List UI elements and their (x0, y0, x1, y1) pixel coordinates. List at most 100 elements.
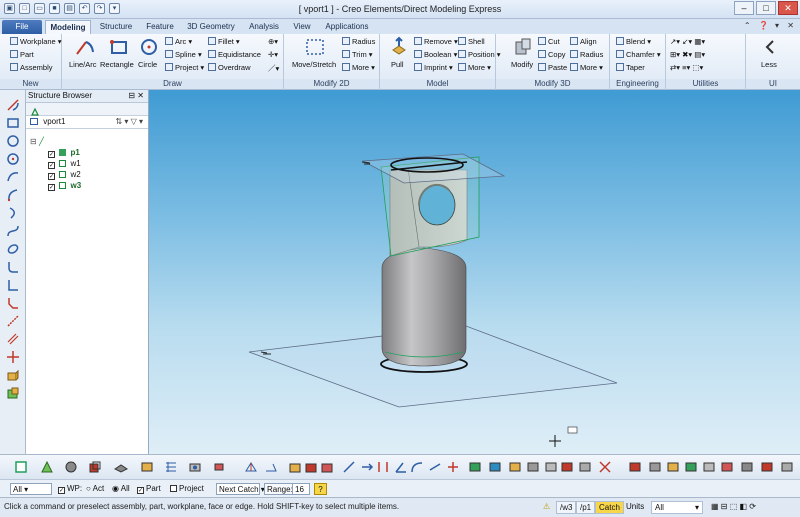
viewport-selector[interactable]: vport1 ⇅ ▾ ▽ ▾ (26, 116, 148, 129)
trim-button[interactable]: Trim ▾ (342, 50, 373, 59)
less-button[interactable]: Less (761, 60, 777, 69)
construction-point-icon[interactable]: ✛▾ (268, 50, 278, 59)
tab-modeling[interactable]: Modeling (45, 20, 91, 34)
circle-button[interactable]: Circle (138, 60, 157, 69)
project-filter-checkbox[interactable]: Project (170, 483, 204, 495)
fillet-button[interactable]: Fillet ▾ (208, 37, 240, 46)
viewport-3d[interactable] (149, 90, 800, 454)
tree-item-w2[interactable]: ✓ w2 (30, 169, 81, 180)
construction-line-tool-icon[interactable] (6, 314, 20, 328)
tab-3d-geometry[interactable]: 3D Geometry (182, 20, 240, 34)
arc-3pt-tool-icon[interactable] (6, 188, 20, 202)
select-box-icon[interactable] (14, 460, 28, 474)
workplane-move-icon[interactable] (244, 460, 258, 474)
workplane-button[interactable]: Workplane ▾ (10, 37, 62, 46)
part-color-6-icon[interactable] (720, 460, 734, 474)
tree-item-w3[interactable]: ✓ w3 (30, 180, 81, 191)
tree-item-p1[interactable]: ✓ p1 (30, 147, 81, 158)
pin-icon[interactable]: ⊟ ✕ (128, 90, 144, 102)
active-part[interactable]: /p1 (576, 501, 596, 514)
tab-analysis[interactable]: Analysis (243, 20, 285, 34)
collapse-ribbon-icon[interactable]: ⌃ (744, 21, 751, 30)
tab-structure[interactable]: Structure (94, 20, 138, 34)
remove-button[interactable]: Remove ▾ (414, 37, 458, 46)
workplane-rotate-icon[interactable] (264, 460, 278, 474)
arc-tangent-tool-icon[interactable] (6, 206, 20, 220)
blend-button[interactable]: Blend ▾ (616, 37, 651, 46)
extrude-tool-icon[interactable] (6, 368, 20, 382)
taper-button[interactable]: Taper (616, 63, 645, 72)
measure-arrow-icon[interactable] (360, 460, 374, 474)
tab-applications[interactable]: Applications (319, 20, 375, 34)
eraser-icon[interactable] (212, 460, 226, 474)
arc-tool-icon[interactable] (6, 170, 20, 184)
measure-angle-icon[interactable] (394, 460, 408, 474)
all-radio[interactable]: ◉ All (112, 483, 130, 495)
corner-tool-icon[interactable] (6, 278, 20, 292)
turn-tool-icon[interactable] (6, 386, 20, 400)
measure-vertical-icon[interactable] (376, 460, 390, 474)
radius-3d-button[interactable]: Radius (570, 50, 603, 59)
utility-measure-icon[interactable]: ↗▾ ↙▾ ▦▾ (670, 37, 705, 46)
position-button[interactable]: Position ▾ (458, 50, 501, 59)
status-tools-icon[interactable]: ▦ ⊟ ⬚ ◧ ⟳ (708, 501, 759, 514)
part-cylinder[interactable] (381, 247, 467, 367)
visibility-checkbox[interactable]: ✓ (48, 184, 55, 191)
minimize-button[interactable]: – (734, 1, 754, 15)
units-select[interactable]: All ▾ (651, 501, 703, 514)
boolean-button[interactable]: Boolean ▾ (414, 50, 457, 59)
camera-icon[interactable] (188, 460, 202, 474)
part-color-3-icon[interactable] (666, 460, 680, 474)
part-color-8-icon[interactable] (760, 460, 774, 474)
view-cube-icon[interactable] (88, 460, 102, 474)
part-color-7-icon[interactable] (740, 460, 754, 474)
part-color-9-icon[interactable] (780, 460, 794, 474)
feature-yellow-icon[interactable] (508, 460, 522, 474)
overdraw-button[interactable]: Overdraw (208, 63, 251, 72)
grid-icon[interactable] (164, 460, 178, 474)
feature-red-icon[interactable] (560, 460, 574, 474)
tab-file[interactable]: File (2, 20, 42, 34)
circle-tool-icon[interactable] (6, 134, 20, 148)
cross-point-tool-icon[interactable] (6, 350, 20, 364)
options-icon[interactable]: ▾ (775, 21, 779, 30)
close-button[interactable]: ✕ (778, 1, 798, 15)
spline-tool-icon[interactable] (6, 224, 20, 238)
modify-button[interactable]: Modify (511, 60, 533, 69)
imprint-button[interactable]: Imprint ▾ (414, 63, 453, 72)
equidistance-button[interactable]: Equidistance (208, 50, 261, 59)
tree-item-w1[interactable]: ✓ w1 (30, 158, 81, 169)
cut-button[interactable]: Cut (538, 37, 560, 46)
more-3d-button[interactable]: More ▾ (570, 63, 603, 72)
tree-root[interactable]: ⊟ ╱ (30, 136, 81, 147)
help-icon[interactable]: ❓ (759, 21, 769, 30)
feature-green-icon[interactable] (468, 460, 482, 474)
warning-icon[interactable]: ⚠ (540, 501, 553, 514)
construction-line-icon[interactable]: ／▾ (268, 63, 279, 74)
rectangle-tool-icon[interactable] (6, 116, 20, 130)
wp-filter-checkbox[interactable]: ✓ WP: (58, 483, 82, 495)
align-button[interactable]: Align (570, 37, 597, 46)
part-button[interactable]: Part (10, 50, 34, 59)
assembly-button[interactable]: Assembly (10, 63, 53, 72)
construction-circle-icon[interactable]: ⊕▾ (268, 37, 278, 46)
maximize-button[interactable]: □ (756, 1, 776, 15)
more-2d-button[interactable]: More ▾ (342, 63, 375, 72)
feature-gray-icon[interactable] (526, 460, 540, 474)
part-color-5-icon[interactable] (702, 460, 716, 474)
view-sphere-icon[interactable] (64, 460, 78, 474)
scope-select[interactable]: All ▾ (10, 483, 52, 495)
chamfer-button[interactable]: Chamfer ▾ (616, 50, 661, 59)
measure-line-icon[interactable] (428, 460, 442, 474)
utility-tools-icon[interactable]: ⇄▾ ≡▾ ⬚▾ (670, 63, 703, 72)
render-mode-icon[interactable] (114, 460, 128, 474)
view-triangle-icon[interactable] (40, 460, 54, 474)
part-color-4-icon[interactable] (684, 460, 698, 474)
parallel-line-tool-icon[interactable] (6, 332, 20, 346)
copy-button[interactable]: Copy (538, 50, 566, 59)
browser-filter-icon[interactable]: ⇅ ▾ ▽ ▾ (115, 116, 143, 128)
workplane-set-icon[interactable] (288, 460, 302, 474)
feature-gray-2-icon[interactable] (544, 460, 558, 474)
chamfer-tool-icon[interactable] (6, 296, 20, 310)
utility-check-icon[interactable]: ⊞▾ ✖▾ ▤▾ (670, 50, 705, 59)
